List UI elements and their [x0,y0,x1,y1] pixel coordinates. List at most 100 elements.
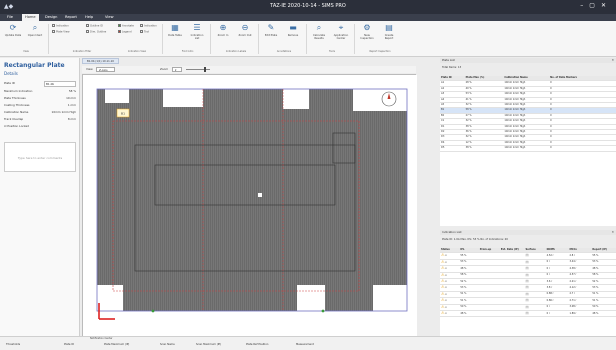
unscanned-patch [297,285,325,311]
view-toolbar: View Z-Axis Zoom ▾ [82,66,416,73]
calculate-results-button[interactable]: ⌕ Calculate Results [310,23,328,40]
plate-view: B1.0b (1/1) 10.11.10 View Z-Axis Zoom ▾ [82,58,417,337]
status-scan-maximum: Scan Maximum (IP) [196,343,222,346]
document-icon[interactable]: ▤ [525,305,528,309]
refresh-icon: ⟳ [9,23,17,32]
close-icon[interactable]: ✕ [612,230,614,235]
position-locked-checkbox[interactable]: ☑ Position Locked [4,124,76,129]
document-icon[interactable]: ▤ [525,266,528,270]
update-data-button[interactable]: ⟳ Update Data [4,23,22,37]
menu-design[interactable]: Design [42,14,60,21]
document-icon[interactable]: ▤ [525,260,528,264]
field-calibration-name: Calibration Name 10mm 1mm High [4,110,76,114]
status-plate-ref-position: Plate Ref Position [246,343,269,346]
details-panel: Rectangular Plate Details Plate ID B1.0b … [0,58,80,336]
list-icon: ☰ [193,23,201,32]
application-center-button[interactable]: ⌖ Application Center [332,23,350,40]
menu-report[interactable]: Report [62,14,80,21]
open-ident-button[interactable]: ⌕ Open Ident [26,23,44,37]
close-icon[interactable]: ✕ [612,58,614,63]
plate-list-table: Plate ID Plate Max (%) Calibration Name No.… [440,76,616,226]
edit-plate-button[interactable]: ✎ Edit Plate [262,23,280,37]
option-tool[interactable]: Tool [140,30,149,34]
menu-home[interactable]: Home [22,14,39,21]
document-icon[interactable]: ▤ [525,273,528,277]
reference-point-icon [321,309,325,313]
table-row[interactable]: D5 38 % 10mm 1mm High 0 [440,145,616,152]
minus-icon: ▬ [289,23,297,32]
chevron-down-icon[interactable]: ▾ [445,293,446,296]
chevron-down-icon[interactable]: ▾ [445,312,446,315]
document-icon[interactable]: ▤ [525,279,528,283]
view-label: View [86,67,93,71]
indication-label: B1 [121,112,125,116]
view-select[interactable]: Z-Axis [96,67,115,72]
field-track-overlap: Track Overlap 8 mm [4,117,76,121]
chevron-down-icon[interactable]: ▾ [445,299,446,302]
field-plate-thickness: Plate Thickness 10 mm [4,96,76,100]
chevron-down-icon[interactable]: ▾ [445,286,446,289]
plate-list-header: Plate List ✕ [440,58,616,63]
chevron-down-icon[interactable]: ▾ [445,306,446,309]
zoom-out-button[interactable]: ⊖ Zoom Out [236,23,254,37]
scan-canvas[interactable]: B1 [82,74,417,337]
option-outline-id[interactable]: Outline ID [86,24,103,28]
zoom-select[interactable]: ▾ [172,67,182,72]
chevron-down-icon[interactable]: ▾ [445,267,446,270]
chevron-down-icon[interactable]: ▾ [445,261,446,264]
unscanned-patch [163,89,203,107]
zoom-label: Zoom [160,67,169,71]
right-panel: Plate List ✕ Total Items: 13 Plate ID Plat… [440,58,616,336]
option-dim-outline[interactable]: Dim. Outline [86,30,106,34]
document-icon[interactable]: ▤ [525,298,528,302]
chevron-down-icon[interactable]: ▾ [445,274,446,277]
tab-notification-center[interactable]: Notification Center [90,337,113,340]
option-plate-view[interactable]: Plate View [52,30,69,34]
menu-help[interactable]: Help [82,14,96,21]
pencil-icon: ✎ [267,23,275,32]
zoom-slider-thumb[interactable] [204,67,206,72]
zoom-slider[interactable] [186,69,210,70]
option-indication[interactable]: Indication [52,24,69,28]
document-icon[interactable]: ▤ [525,253,528,257]
reference-point-icon [151,309,155,313]
comment-input[interactable]: Type here to enter comments [4,142,76,172]
document-icon[interactable]: ▤ [525,292,528,296]
group-find-indication: Find Indic. [181,50,195,53]
data-table-button[interactable]: ▦ Data Table [166,23,184,37]
status-scan-name: Scan Name [160,343,175,346]
table-row[interactable]: ⚠ ▾ 48 % ▤ 0 r 1.89 r 48 % [440,310,616,318]
indication-summary: Plate ID: 1.0A Max. IPL: 53 % No. of Ind… [442,238,508,241]
center-icon: ⌖ [338,23,344,32]
inspection-icon: ⚙ [363,23,371,32]
unscanned-patch [373,285,407,311]
calculator-icon: ⌕ [316,23,322,32]
menu-view[interactable]: View [102,14,117,21]
zoom-in-button[interactable]: ⊕ Zoom In [214,23,232,37]
center-marker [258,193,262,197]
chevron-down-icon[interactable]: ▾ [445,254,446,257]
new-inspection-button[interactable]: ⚙ New Inspection [358,23,376,40]
status-measurement: Measurement [296,343,314,346]
create-report-button[interactable]: ▤ Create Report [380,23,398,40]
plate-scan-svg[interactable]: B1 [83,75,417,337]
status-plate-maximum: Plate Maximum (IP) [104,343,130,346]
window-controls[interactable]: –▢✕ [580,2,612,9]
indication-list-table: Status IPL Prom-up Ext. Rate (IP) Surface DO… [440,248,616,336]
chevron-down-icon[interactable]: ▾ [445,280,446,283]
indication-list-button[interactable]: ☰ Indication List [188,23,206,40]
document-icon[interactable]: ▤ [525,311,528,315]
plate-id-input[interactable]: B1.0b [44,81,76,87]
remove-button[interactable]: ▬ Remove [284,23,302,37]
status-bar: Notification Center Thresholds Plate ID … [0,336,616,350]
menu-file[interactable]: File [4,14,16,21]
document-tab[interactable]: B1.0b (1/1) 10.11.10 [82,58,119,64]
search-icon: ⌕ [32,23,38,32]
option-legend[interactable]: Legend [118,30,132,34]
option-annotate[interactable]: Annotate [118,24,134,28]
scan-area [97,89,407,311]
option-indication-2[interactable]: Indication [140,24,157,28]
field-coating-thickness: Coating Thickness 1 mm [4,103,76,107]
unscanned-patch [97,285,123,311]
document-icon[interactable]: ▤ [525,285,528,289]
